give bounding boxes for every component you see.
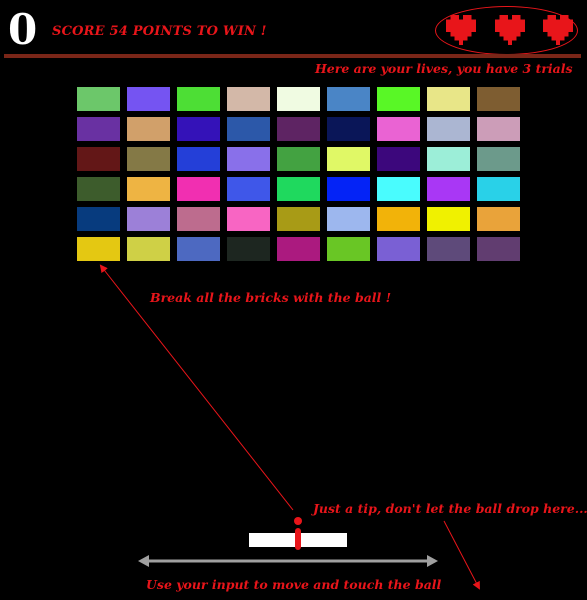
brick (477, 177, 520, 201)
heart-icon (446, 15, 476, 45)
brick (77, 177, 120, 201)
break-bricks-hint: Break all the bricks with the ball ! (150, 290, 392, 305)
win-condition-text: SCORE 54 POINTS TO WIN ! (52, 24, 267, 39)
brick (327, 237, 370, 261)
brick (127, 207, 170, 231)
brick (327, 117, 370, 141)
brick (77, 207, 120, 231)
brick (327, 147, 370, 171)
brick (227, 177, 270, 201)
brick (377, 177, 420, 201)
pointer-arrow-to-drop-zone (443, 520, 480, 590)
brick (127, 177, 170, 201)
move-hint: Use your input to move and touch the bal… (146, 577, 442, 592)
brick (277, 147, 320, 171)
brick (277, 177, 320, 201)
brick (127, 147, 170, 171)
score-counter: 0 (8, 5, 38, 54)
brick (227, 207, 270, 231)
brick (227, 87, 270, 111)
brick (427, 87, 470, 111)
brick (177, 87, 220, 111)
brick-wall (77, 87, 521, 262)
brick (427, 207, 470, 231)
brick (427, 117, 470, 141)
brick (477, 207, 520, 231)
brick (77, 87, 120, 111)
brick (477, 87, 520, 111)
double-arrow-icon (138, 555, 438, 567)
ball (294, 517, 302, 525)
brick (177, 147, 220, 171)
brick (277, 207, 320, 231)
brick (177, 117, 220, 141)
brick (77, 117, 120, 141)
brick (277, 87, 320, 111)
brick (227, 237, 270, 261)
brick (377, 117, 420, 141)
brick (327, 177, 370, 201)
header-divider (4, 54, 581, 58)
drop-zone-tip: Just a tip, don't let the ball drop here… (313, 501, 587, 516)
brick (327, 87, 370, 111)
brick (377, 87, 420, 111)
brick (77, 237, 120, 261)
paddle-center-marker (295, 528, 301, 550)
brick (427, 147, 470, 171)
brick (177, 207, 220, 231)
brick (227, 147, 270, 171)
brick (227, 117, 270, 141)
brick (427, 177, 470, 201)
brick (377, 237, 420, 261)
heart-icon (495, 15, 525, 45)
brick (377, 147, 420, 171)
brick (477, 237, 520, 261)
brick (277, 117, 320, 141)
brick (477, 147, 520, 171)
brick (377, 207, 420, 231)
lives-hint: Here are your lives, you have 3 trials (315, 61, 573, 76)
brick (427, 237, 470, 261)
brick (127, 117, 170, 141)
brick (177, 237, 220, 261)
brick (477, 117, 520, 141)
brick (327, 207, 370, 231)
brick (127, 87, 170, 111)
brick (77, 147, 120, 171)
brick (177, 177, 220, 201)
brick (127, 237, 170, 261)
heart-icon (543, 15, 573, 45)
brick (277, 237, 320, 261)
